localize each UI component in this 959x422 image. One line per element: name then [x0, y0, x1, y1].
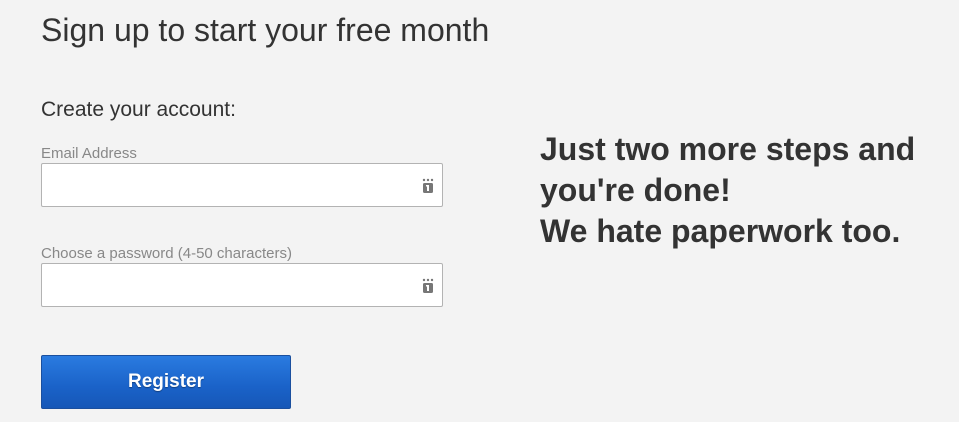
- password-field[interactable]: [42, 264, 402, 306]
- create-account-heading: Create your account:: [41, 98, 236, 121]
- promo-message: Just two more steps and you're done! We …: [540, 129, 958, 252]
- email-label: Email Address: [41, 145, 137, 162]
- keychain-autofill-icon[interactable]: [422, 178, 434, 194]
- password-field-box: [41, 263, 443, 307]
- email-field[interactable]: [42, 164, 402, 206]
- email-field-box: [41, 163, 443, 207]
- password-label: Choose a password (4-50 characters): [41, 245, 292, 262]
- keychain-autofill-icon[interactable]: [422, 278, 434, 294]
- promo-line: you're done!: [540, 172, 731, 208]
- promo-line: Just two more steps and: [540, 131, 916, 167]
- signup-page: Sign up to start your free month Create …: [0, 0, 959, 422]
- promo-line: We hate paperwork too.: [540, 213, 901, 249]
- page-title: Sign up to start your free month: [41, 12, 490, 48]
- register-button[interactable]: Register: [41, 355, 291, 409]
